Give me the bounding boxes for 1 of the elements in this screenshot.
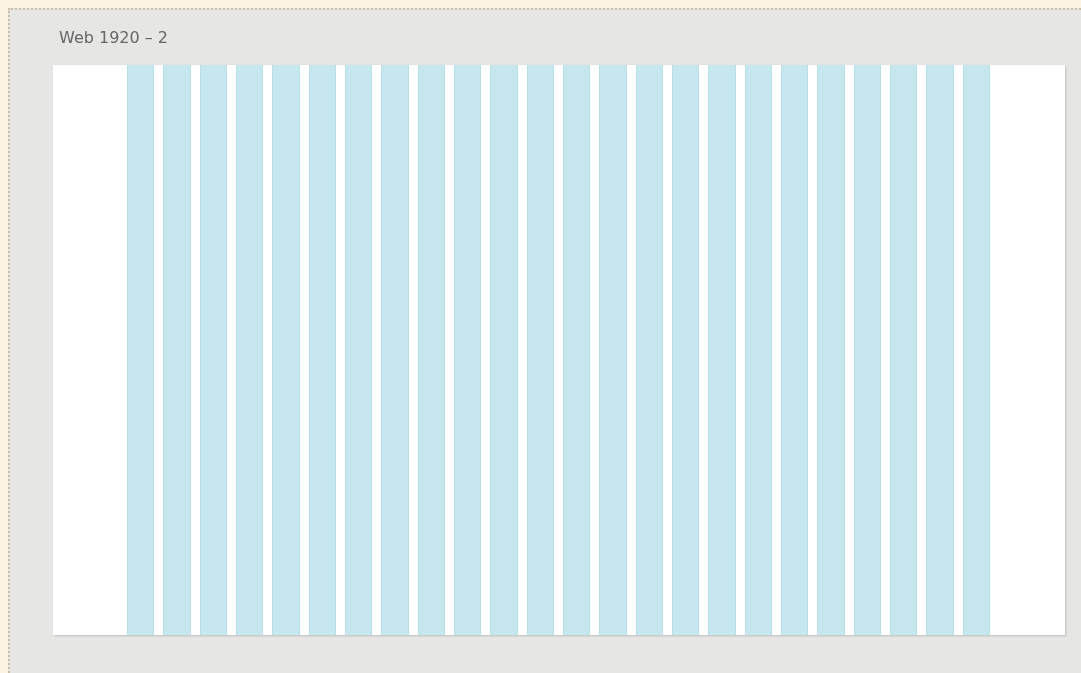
artboard-title[interactable]: Web 1920 – 2	[59, 28, 169, 48]
